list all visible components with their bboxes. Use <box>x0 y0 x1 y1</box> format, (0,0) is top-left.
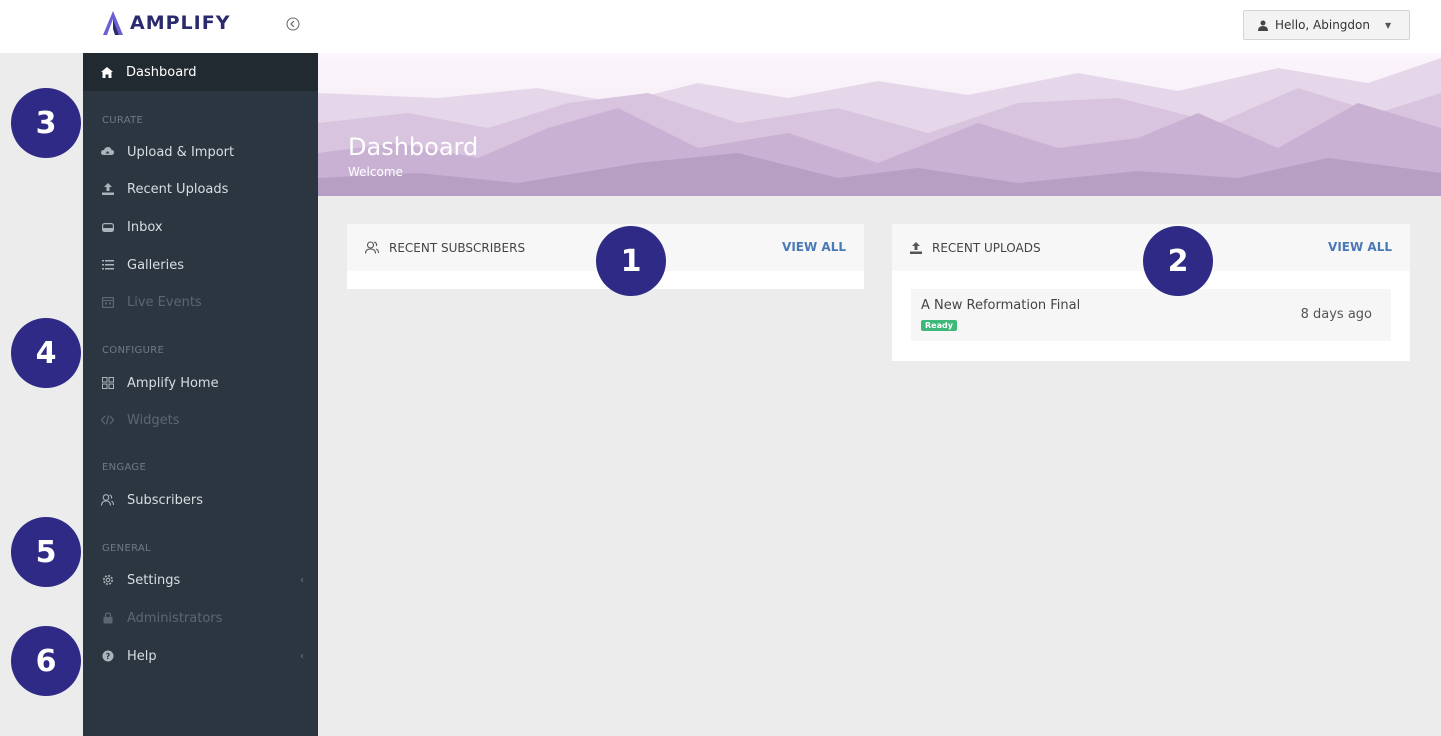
callout-badge-5: 5 <box>11 517 81 587</box>
inbox-icon <box>101 221 114 234</box>
panel-title: RECENT UPLOADS <box>932 240 1041 255</box>
sidebar-item-label: Settings <box>127 572 181 588</box>
gear-icon <box>101 574 114 587</box>
sidebar-item-inbox[interactable]: Inbox <box>83 212 318 242</box>
sidebar-item-live-events: Live Events <box>83 287 318 317</box>
sidebar-item-label: Recent Uploads <box>127 181 229 197</box>
callout-badge-3: 3 <box>11 88 81 158</box>
page-subtitle: Welcome <box>348 165 403 179</box>
sidebar: Dashboard CURATE Upload & Import Recent … <box>83 53 318 736</box>
svg-text:?: ? <box>105 652 110 661</box>
upload-title: A New Reformation Final <box>921 298 1081 313</box>
section-label-curate: CURATE <box>102 115 144 126</box>
panel-title: RECENT SUBSCRIBERS <box>389 240 526 255</box>
sidebar-item-label: Administrators <box>127 610 223 626</box>
sidebar-item-label: Live Events <box>127 294 202 310</box>
user-menu-button[interactable]: Hello, Abingdon ▼ <box>1243 10 1410 40</box>
grid-icon <box>101 377 114 390</box>
sidebar-item-upload-import[interactable]: Upload & Import <box>83 137 318 167</box>
list-icon <box>101 259 114 272</box>
chevron-left-icon: ‹ <box>300 650 304 662</box>
amplify-logo-mark-icon <box>103 11 123 35</box>
upload-list-item[interactable]: A New Reformation Final Ready 8 days ago <box>911 289 1391 341</box>
sidebar-item-label: Upload & Import <box>127 144 235 160</box>
user-greeting: Hello, Abingdon <box>1275 18 1370 32</box>
sidebar-item-galleries[interactable]: Galleries <box>83 250 318 280</box>
lock-icon <box>101 612 114 625</box>
amplify-logo[interactable]: AMPLIFY <box>102 8 230 38</box>
mountain-background-illustration <box>318 53 1441 196</box>
callout-badge-4: 4 <box>11 318 81 388</box>
sidebar-item-administrators: Administrators <box>83 603 318 633</box>
section-label-engage: ENGAGE <box>102 462 147 473</box>
section-label-configure: CONFIGURE <box>102 345 165 356</box>
sidebar-item-amplify-home[interactable]: Amplify Home <box>83 368 318 398</box>
status-badge: Ready <box>921 320 957 331</box>
users-icon <box>365 241 379 254</box>
sidebar-item-widgets: Widgets <box>83 405 318 435</box>
sidebar-item-subscribers[interactable]: Subscribers <box>83 485 318 515</box>
logo-text: AMPLIFY <box>130 12 231 34</box>
top-bar: AMPLIFY Hello, Abingdon ▼ <box>0 0 1441 53</box>
upload-timestamp: 8 days ago <box>1300 307 1372 322</box>
upload-icon <box>910 241 922 254</box>
upload-icon <box>101 183 114 196</box>
sidebar-item-label: Dashboard <box>126 64 197 80</box>
sidebar-item-label: Widgets <box>127 412 180 428</box>
callout-badge-1: 1 <box>596 226 666 296</box>
sidebar-item-label: Help <box>127 648 157 664</box>
chevron-left-icon: ‹ <box>300 574 304 586</box>
chevron-down-icon: ▼ <box>1385 20 1392 30</box>
sidebar-item-label: Amplify Home <box>127 375 219 391</box>
sidebar-item-help[interactable]: ? Help ‹ <box>83 641 318 671</box>
section-label-general: GENERAL <box>102 543 151 554</box>
sidebar-item-settings[interactable]: Settings ‹ <box>83 565 318 595</box>
calendar-icon <box>101 296 114 309</box>
view-all-subscribers-link[interactable]: VIEW ALL <box>782 240 846 254</box>
cloud-upload-icon <box>101 146 114 159</box>
sidebar-item-recent-uploads[interactable]: Recent Uploads <box>83 174 318 204</box>
code-icon <box>101 414 114 427</box>
sidebar-item-label: Subscribers <box>127 492 203 508</box>
callout-badge-6: 6 <box>11 626 81 696</box>
users-icon <box>101 494 114 507</box>
question-icon: ? <box>101 650 114 663</box>
page-title: Dashboard <box>348 133 479 161</box>
user-icon <box>1258 20 1268 31</box>
sidebar-item-label: Inbox <box>127 219 163 235</box>
home-icon <box>101 66 113 78</box>
view-all-uploads-link[interactable]: VIEW ALL <box>1328 240 1392 254</box>
sidebar-item-label: Galleries <box>127 257 184 273</box>
sidebar-item-dashboard[interactable]: Dashboard <box>83 53 318 91</box>
collapse-sidebar-icon[interactable] <box>286 17 300 31</box>
hero-banner: Dashboard Welcome <box>318 53 1441 196</box>
callout-badge-2: 2 <box>1143 226 1213 296</box>
